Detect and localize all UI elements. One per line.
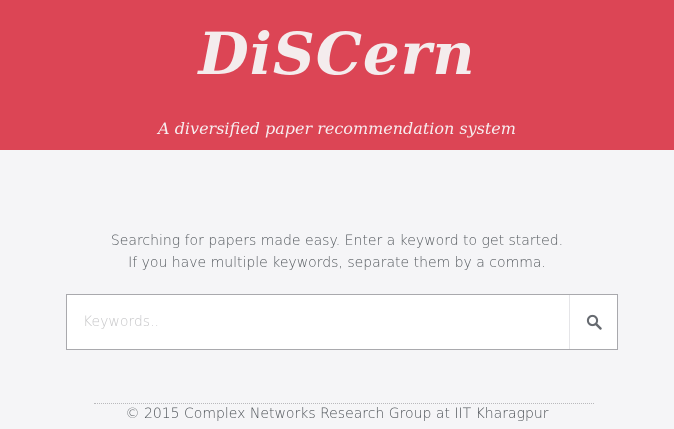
site-header: DiSCern A diversified paper recommendati…	[0, 0, 674, 150]
site-tagline: A diversified paper recommendation syste…	[158, 119, 516, 138]
site-logo-title[interactable]: DiSCern	[0, 14, 674, 94]
intro-line-2: If you have multiple keywords, separate …	[128, 255, 546, 271]
keyword-search-input[interactable]	[67, 295, 571, 349]
footer-copyright: © 2015 Complex Networks Research Group a…	[125, 406, 549, 422]
search-button[interactable]	[569, 295, 617, 349]
intro-text: Searching for papers made easy. Enter a …	[0, 230, 674, 274]
search-bar	[66, 294, 618, 350]
search-icon	[586, 314, 602, 330]
intro-line-1: Searching for papers made easy. Enter a …	[110, 233, 564, 249]
